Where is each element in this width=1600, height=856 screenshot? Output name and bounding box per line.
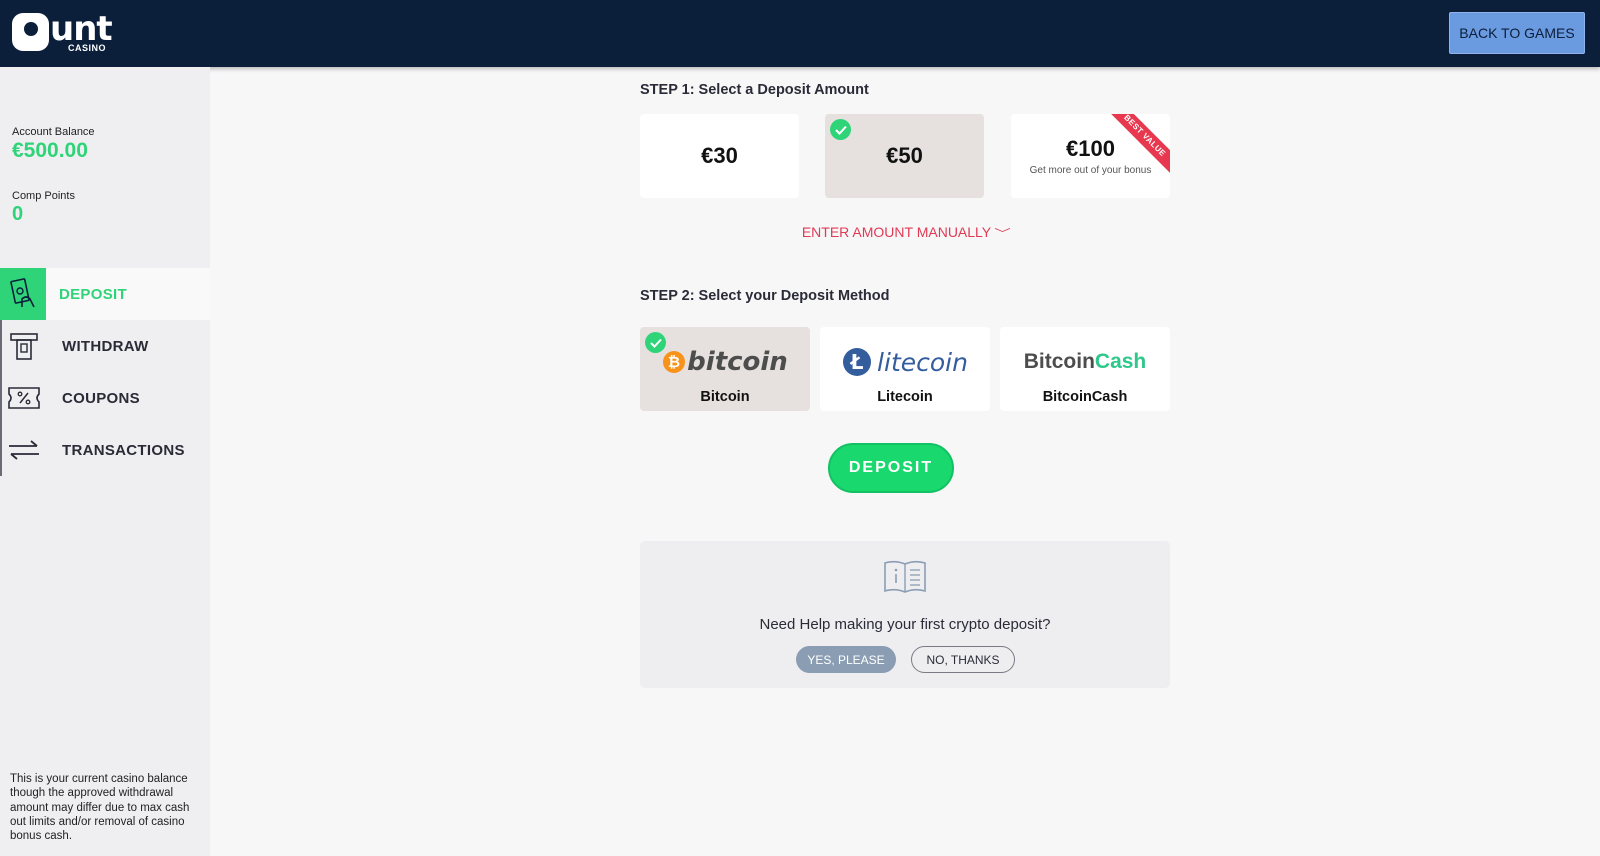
sidebar-item-label: COUPONS: [62, 389, 140, 407]
amount-option-50[interactable]: €50: [825, 114, 984, 198]
logo-text: unt: [50, 9, 113, 49]
top-bar: unt CASINO BACK TO GAMES: [0, 0, 1600, 67]
amount-value: €50: [886, 143, 923, 168]
method-name: BitcoinCash: [1042, 389, 1128, 405]
bitcoincash-logo-text-b: Cash: [1094, 350, 1147, 373]
sidebar-item-label: TRANSACTIONS: [62, 441, 185, 459]
sidebar-item-label: DEPOSIT: [59, 285, 127, 303]
amount-option-30[interactable]: €30: [640, 114, 799, 198]
sidebar-item-coupons[interactable]: COUPONS: [0, 372, 210, 424]
yes-please-button[interactable]: YES, PLEASE: [796, 646, 896, 673]
help-box: Need Help making your first crypto depos…: [640, 541, 1170, 688]
step1-title: STEP 1: Select a Deposit Amount: [640, 82, 869, 98]
litecoin-coin-icon: Ł: [843, 348, 872, 376]
deposit-button[interactable]: DEPOSIT: [828, 443, 954, 493]
sidebar-nav: DEPOSIT WITHDRAW COUPONS TRANSACTIONS: [0, 268, 210, 476]
sidebar-item-withdraw[interactable]: WITHDRAW: [0, 320, 210, 372]
comp-points-label: Comp Points: [12, 190, 75, 202]
punt-casino-logo[interactable]: unt CASINO: [12, 9, 113, 53]
sidebar-item-label: WITHDRAW: [62, 337, 149, 355]
account-balance-label: Account Balance: [12, 126, 95, 138]
bitcoin-logo: ₿ bitcoin: [662, 341, 788, 383]
arrows-exchange-icon: [0, 424, 46, 476]
litecoin-logo: Ł litecoin: [842, 341, 968, 383]
comp-points-value: 0: [12, 203, 24, 225]
coupon-icon: [0, 372, 46, 424]
no-thanks-button[interactable]: NO, THANKS: [911, 646, 1015, 673]
amount-options: €30 €50 BEST VALUE €100 Get more out of …: [640, 114, 1170, 198]
bitcoincash-logo-text-a: Bitcoin: [1023, 350, 1095, 373]
help-prompt-text: Need Help making your first crypto depos…: [759, 616, 1051, 633]
atm-icon: [0, 320, 46, 372]
svg-text:₿: ₿: [668, 353, 680, 371]
chevron-down-icon: ﹀: [994, 228, 1011, 240]
account-balance-value: €500.00: [12, 139, 88, 162]
svg-text:Ł: Ł: [850, 350, 864, 374]
balance-footnote: This is your current casino balance thou…: [10, 773, 190, 843]
back-to-games-button[interactable]: BACK TO GAMES: [1449, 12, 1585, 54]
sidebar-item-deposit[interactable]: DEPOSIT: [0, 268, 210, 320]
amount-value: €100: [1066, 136, 1115, 161]
bitcoin-coin-icon: ₿: [663, 351, 686, 373]
manual-label: ENTER AMOUNT MANUALLY: [801, 224, 992, 240]
step2-title: STEP 2: Select your Deposit Method: [640, 288, 890, 304]
check-icon: [830, 119, 851, 140]
cash-hand-icon: [0, 268, 46, 320]
litecoin-logo-text: litecoin: [877, 347, 968, 377]
sidebar-item-transactions[interactable]: TRANSACTIONS: [0, 424, 210, 476]
sidebar: Account Balance €500.00 Comp Points 0 DE…: [0, 67, 210, 856]
open-book-info-icon: [883, 559, 927, 600]
bitcoincash-logo: Bitcoin Cash: [1024, 341, 1147, 383]
amount-value: €30: [701, 143, 738, 168]
method-option-bitcoin[interactable]: ₿ bitcoin Bitcoin: [640, 327, 810, 411]
deposit-method-options: ₿ bitcoin Bitcoin Ł litecoin Litecoin Bi…: [640, 327, 1170, 411]
amount-subtext: Get more out of your bonus: [1029, 165, 1152, 176]
amount-option-100[interactable]: BEST VALUE €100 Get more out of your bon…: [1011, 114, 1170, 198]
logo-subtext: CASINO: [68, 43, 107, 53]
method-name: Litecoin: [877, 389, 933, 405]
check-icon: [645, 332, 666, 353]
enter-amount-manually-link[interactable]: ENTER AMOUNT MANUALLY ﹀: [640, 224, 1170, 241]
logo-p-mark: [12, 13, 49, 51]
method-name: Bitcoin: [700, 389, 750, 405]
bitcoin-logo-text: bitcoin: [687, 347, 788, 377]
method-option-litecoin[interactable]: Ł litecoin Litecoin: [820, 327, 990, 411]
method-option-bitcoincash[interactable]: Bitcoin Cash BitcoinCash: [1000, 327, 1170, 411]
